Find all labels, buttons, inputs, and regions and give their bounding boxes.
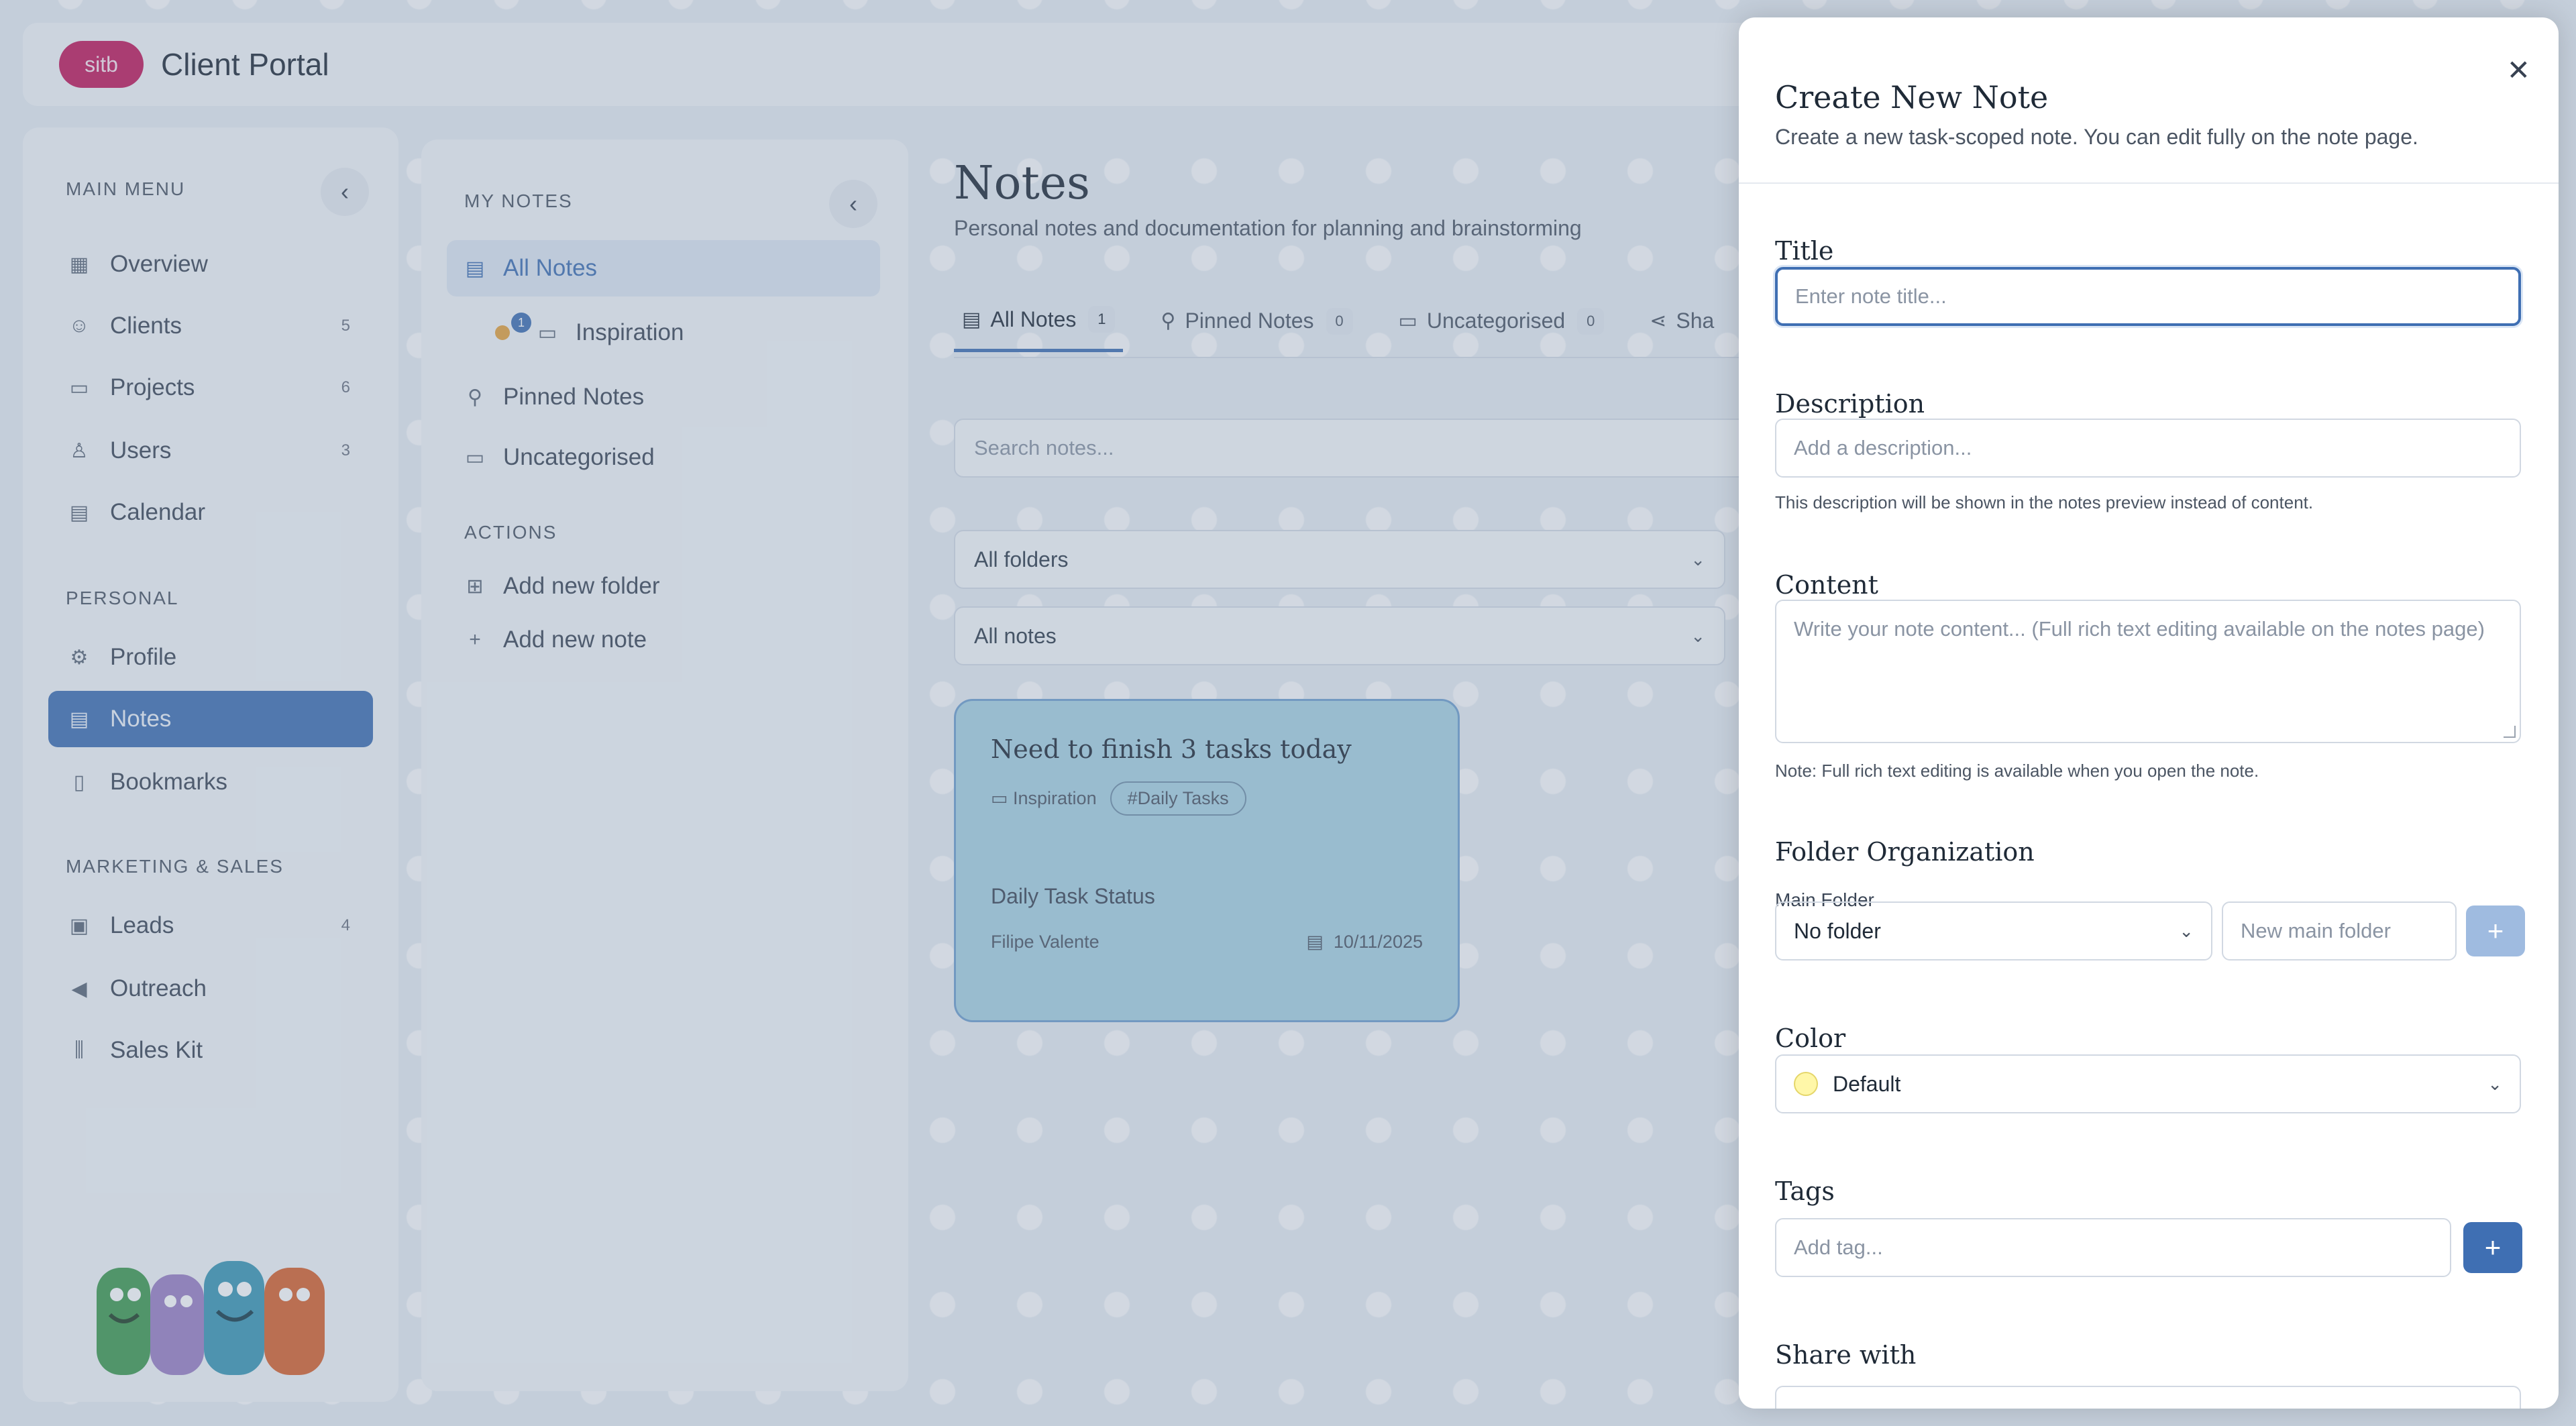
share-with-label: Share with [1775,1340,1917,1370]
color-select[interactable]: Default ⌄ [1775,1054,2521,1113]
folder-organization-label: Folder Organization [1775,837,2035,867]
add-tag-button[interactable]: + [2463,1222,2522,1273]
create-note-dialog: ✕ Create New Note Create a new task-scop… [1739,17,2559,1409]
close-icon[interactable]: ✕ [2507,54,2530,87]
dialog-divider [1739,182,2559,184]
color-label: Color [1775,1024,1846,1053]
chevron-down-icon: ⌄ [2179,920,2194,941]
description-help: This description will be shown in the no… [1775,492,2314,512]
plus-icon: + [2484,1231,2502,1263]
dialog-subtitle: Create a new task-scoped note. You can e… [1775,125,2418,149]
resize-handle[interactable] [2504,726,2516,738]
content-placeholder: Write your note content... (Full rich te… [1794,617,2485,641]
title-label: Title [1775,236,1834,266]
tag-input[interactable]: Add tag... [1775,1218,2451,1277]
description-label: Description [1775,389,1925,419]
content-help: Note: Full rich text editing is availabl… [1775,761,2259,781]
color-swatch [1794,1072,1818,1096]
content-label: Content [1775,570,1878,600]
tags-label: Tags [1775,1176,1835,1206]
add-main-folder-button[interactable]: + [2466,906,2525,956]
main-folder-select[interactable]: No folder ⌄ [1775,901,2212,961]
description-input[interactable]: Add a description... [1775,419,2521,478]
share-with-input[interactable] [1775,1386,2521,1409]
plus-icon: + [2487,915,2504,946]
dialog-title: Create New Note [1775,79,2049,115]
title-input[interactable]: Enter note title... [1775,267,2521,326]
chevron-down-icon: ⌄ [2487,1073,2502,1094]
content-textarea[interactable]: Write your note content... (Full rich te… [1775,600,2521,743]
new-main-folder-input[interactable]: New main folder [2222,901,2457,961]
